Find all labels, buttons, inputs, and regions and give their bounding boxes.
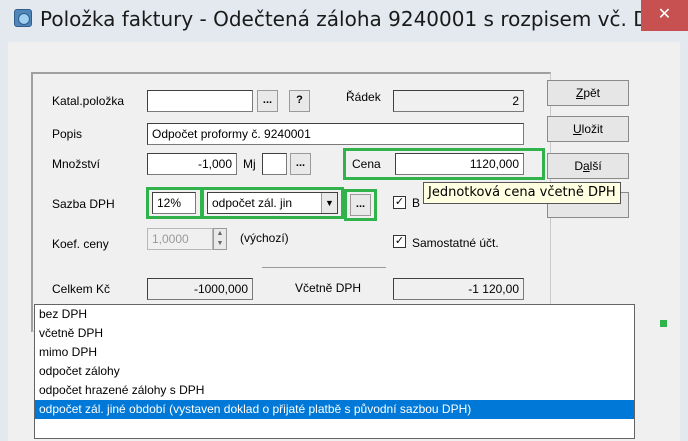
katal-label: Katal.položka	[52, 94, 125, 108]
dropdown-option[interactable]: odpočet zálohy	[35, 362, 634, 381]
popis-label: Popis	[52, 127, 83, 141]
dalsi-label-post: lší	[589, 159, 602, 173]
radek-field: 2	[393, 90, 524, 112]
close-icon: ✕	[657, 6, 672, 23]
vcetne-field: -1 120,00	[393, 278, 524, 300]
samostatne-label: Samostatné účt.	[412, 236, 499, 250]
checkmark-icon: ✓	[394, 196, 405, 208]
ulozit-button[interactable]: Uložit	[547, 116, 629, 142]
title-bar[interactable]: Položka faktury - Odečtená záloha 924000…	[0, 0, 688, 42]
dropdown-option[interactable]: odpočet zál. jiné období (vystaven dokla…	[35, 400, 634, 419]
dropdown-option[interactable]: bez DPH	[35, 305, 634, 324]
samostatne-checkbox[interactable]: ✓	[393, 235, 406, 248]
celkem-label: Celkem Kč	[52, 282, 111, 296]
close-button[interactable]: ✕	[641, 0, 688, 31]
checkmark-icon: ✓	[394, 235, 405, 247]
checkbox-b[interactable]: ✓	[393, 196, 406, 209]
dph-type-highlight	[201, 187, 344, 219]
mj-input[interactable]	[262, 153, 287, 175]
dropdown-option[interactable]: včetně DPH	[35, 324, 634, 343]
ulozit-label-post: ložit	[581, 122, 603, 136]
separator	[262, 267, 386, 268]
dph-type-dropdown-list[interactable]: bez DPH včetně DPH mimo DPH odpočet zálo…	[34, 304, 635, 439]
dropdown-option[interactable]: odpočet hrazené zálohy s DPH	[35, 381, 634, 400]
dalsi-button[interactable]: Další	[547, 153, 629, 179]
mnozstvi-input[interactable]: -1,000	[147, 153, 237, 175]
zpet-label-post: pět	[583, 86, 601, 100]
koef-label: Koef. ceny	[52, 237, 109, 251]
ulozit-label-accel: U	[572, 122, 582, 136]
checkbox-b-label: B	[412, 196, 421, 210]
dropdown-option[interactable]: mimo DPH	[35, 343, 634, 362]
status-indicator	[660, 320, 667, 327]
sazba-label: Sazba DPH	[52, 197, 115, 211]
mj-browse-button[interactable]: ...	[290, 153, 311, 175]
koef-note: (výchozí)	[240, 231, 289, 245]
mnozstvi-label: Množství	[52, 157, 101, 171]
vcetne-label: Včetně DPH	[295, 281, 362, 295]
koef-spinner[interactable]: ▲ ▼	[213, 228, 227, 250]
katal-input[interactable]	[147, 90, 253, 112]
celkem-field: -1000,000	[147, 278, 253, 300]
cena-tooltip: Jednotková cena včetně DPH	[423, 182, 621, 204]
popis-input[interactable]: Odpočet proformy č. 9240001	[147, 123, 524, 145]
cena-highlight	[343, 148, 545, 180]
zpet-button[interactable]: Zpět	[547, 80, 629, 106]
koef-input[interactable]: 1,0000	[147, 228, 213, 250]
app-icon	[14, 9, 32, 27]
dalsi-label-pre: D	[574, 159, 583, 173]
katal-browse-button[interactable]: ...	[257, 90, 278, 112]
window-title: Položka faktury - Odečtená záloha 924000…	[40, 7, 668, 31]
dph-browse-highlight	[344, 189, 377, 221]
mj-label: Mj	[243, 157, 256, 171]
sazba-highlight	[146, 187, 203, 219]
dalsi-label-accel: a	[582, 159, 590, 173]
radek-label: Řádek	[346, 90, 381, 104]
help-button[interactable]: ?	[289, 90, 310, 112]
